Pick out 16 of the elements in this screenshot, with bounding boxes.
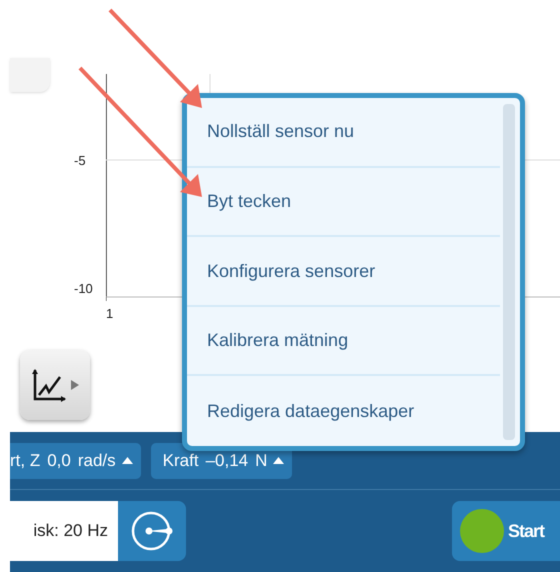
graph-type-button[interactable] (20, 350, 90, 420)
sensor-chip[interactable]: rt, Z 0,0 rad/s (10, 442, 141, 478)
y-tick-label: -5 (74, 152, 86, 170)
rate-field[interactable]: isk: 20 Hz (10, 501, 118, 561)
start-button[interactable]: Start (452, 501, 560, 561)
line-chart-icon (31, 368, 67, 402)
stopwatch-icon (131, 510, 173, 552)
x-tick-label: 1 (106, 305, 114, 323)
caret-up-icon (273, 457, 284, 464)
scrollbar[interactable] (503, 104, 515, 440)
caret-up-icon (122, 457, 133, 464)
triangle-right-icon (71, 380, 79, 390)
timer-button[interactable] (118, 501, 186, 561)
menu-item[interactable]: Konfigurera sensorer (187, 237, 500, 307)
menu-item[interactable]: Kalibrera mätning (187, 306, 500, 376)
y-tick-label: -10 (74, 280, 93, 298)
